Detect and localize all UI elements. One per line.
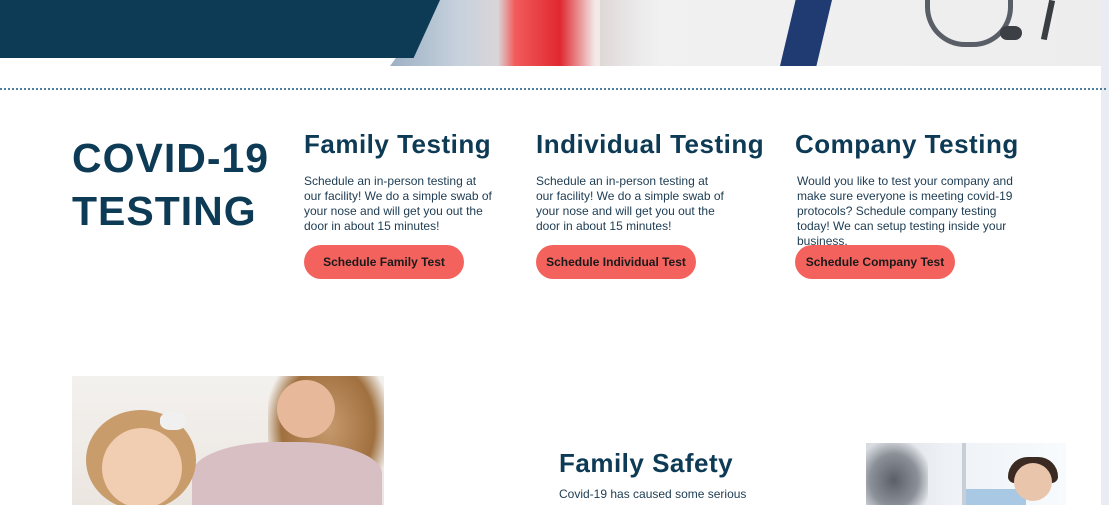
- family-safety-text: Covid-19 has caused some serious: [559, 487, 747, 501]
- girl-face: [102, 428, 182, 505]
- section-title: COVID-19 TESTING: [72, 132, 292, 238]
- hero-banner: [0, 0, 1109, 66]
- mother-shirt: [192, 442, 382, 505]
- schedule-individual-test-button[interactable]: Schedule Individual Test: [536, 245, 696, 279]
- clinic-person-left: [866, 443, 928, 505]
- schedule-company-test-button[interactable]: Schedule Company Test: [795, 245, 955, 279]
- family-testing-description: Schedule an in-person testing at our fac…: [304, 174, 492, 233]
- individual-testing-title: Individual Testing: [536, 129, 765, 159]
- stethoscope-end-icon: [1000, 26, 1022, 40]
- mother-face: [277, 380, 335, 438]
- family-safety-title: Family Safety: [559, 448, 734, 478]
- company-testing-description: Would you like to test your company and …: [797, 174, 1013, 248]
- hair-bow-icon: [160, 412, 186, 430]
- hero-image-shading: [600, 0, 660, 66]
- company-testing-title: Company Testing: [795, 129, 1019, 159]
- family-photo: [72, 376, 384, 505]
- hero-navy-shape: [0, 0, 440, 58]
- individual-testing-description: Schedule an in-person testing at our fac…: [536, 174, 724, 233]
- clinic-photo: [866, 443, 1066, 505]
- page-scrollbar-edge: [1101, 0, 1109, 505]
- section-title-line2: TESTING: [72, 188, 257, 234]
- family-testing-title: Family Testing: [304, 129, 492, 159]
- section-title-line1: COVID-19: [72, 135, 270, 181]
- clinic-person-face: [1014, 463, 1052, 501]
- schedule-family-test-button[interactable]: Schedule Family Test: [304, 245, 464, 279]
- dotted-divider: [0, 88, 1106, 90]
